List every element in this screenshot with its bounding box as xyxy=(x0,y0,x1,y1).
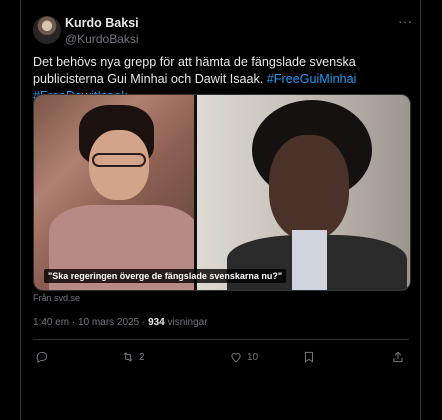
view-count: 934 xyxy=(148,317,165,328)
photo-shirt xyxy=(292,230,327,290)
retweet-icon xyxy=(123,352,133,362)
link-source[interactable]: Från svd.se xyxy=(33,293,80,303)
author-handle[interactable]: @KurdoBaksi xyxy=(65,32,139,46)
link-card-image[interactable]: "Ska regeringen överge de fängslade sven… xyxy=(33,94,411,291)
like-button[interactable]: 10 xyxy=(229,349,258,365)
tweet-card[interactable]: Kurdo Baksi @KurdoBaksi ··· Det behövs n… xyxy=(21,0,420,420)
view-label: visningar xyxy=(164,317,208,328)
heart-icon xyxy=(231,353,241,363)
divider xyxy=(33,339,409,340)
retweet-count: 2 xyxy=(139,351,145,363)
more-icon: ··· xyxy=(398,13,412,29)
photo-glasses xyxy=(92,153,146,167)
author-name[interactable]: Kurdo Baksi xyxy=(65,16,139,30)
share-icon xyxy=(393,351,403,363)
timestamp[interactable]: 1:40 em · 10 mars 2025 · xyxy=(33,317,148,328)
photo-face xyxy=(269,135,349,240)
reply-button[interactable] xyxy=(35,349,53,365)
bookmark-icon xyxy=(305,351,313,363)
timeline-border-right xyxy=(420,0,421,420)
retweet-button[interactable]: 2 xyxy=(121,349,145,365)
link-card-title: "Ska regeringen överge de fängslade sven… xyxy=(44,269,287,283)
like-count: 10 xyxy=(247,351,259,363)
share-button[interactable] xyxy=(391,349,405,365)
photo-gui-minhai xyxy=(34,95,199,290)
reply-icon xyxy=(36,351,48,364)
bookmark-button[interactable] xyxy=(302,349,316,365)
avatar[interactable] xyxy=(33,16,61,44)
hashtag-link[interactable]: #FreeGuiMinhai xyxy=(267,72,357,86)
photo-dawit-isaak xyxy=(197,95,410,290)
more-options-button[interactable]: ··· xyxy=(396,14,414,32)
tweet-meta: 1:40 em · 10 mars 2025 · 934 visningar xyxy=(33,317,208,328)
